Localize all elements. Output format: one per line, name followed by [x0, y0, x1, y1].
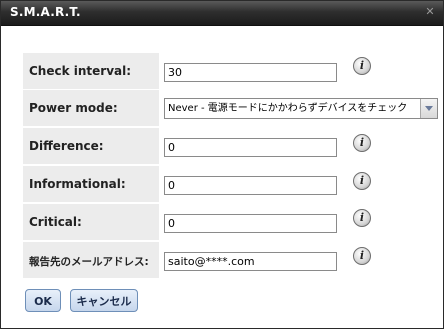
ok-button[interactable]: OK	[25, 289, 61, 312]
difference-label-cell: Difference:	[23, 128, 159, 164]
critical-row: Critical: 0	[23, 204, 343, 240]
critical-label-cell: Critical:	[23, 204, 159, 240]
info-icon[interactable]: i	[353, 134, 371, 152]
power-mode-field-cell: Never - 電源モードにかかわらずデバイスをチェック	[160, 90, 438, 126]
email-field-cell: saito@****.com	[160, 242, 343, 278]
check-interval-label-cell: Check interval:	[23, 53, 159, 89]
critical-label: Critical:	[29, 215, 82, 229]
critical-field-cell: 0	[160, 204, 343, 240]
informational-input[interactable]: 0	[164, 176, 337, 195]
chevron-down-icon[interactable]	[420, 99, 437, 118]
title-bar[interactable]: S.M.A.R.T. ✕	[1, 1, 443, 26]
email-label-cell: 報告先のメールアドレス:	[23, 242, 159, 278]
difference-field-cell: 0	[160, 128, 343, 164]
difference-row: Difference: 0	[23, 128, 343, 164]
info-icon[interactable]: i	[353, 247, 371, 265]
cancel-button[interactable]: キャンセル	[70, 289, 138, 312]
email-row: 報告先のメールアドレス: saito@****.com	[23, 242, 343, 278]
critical-input[interactable]: 0	[164, 214, 337, 233]
difference-input[interactable]: 0	[164, 138, 337, 157]
check-interval-input[interactable]: 30	[164, 63, 337, 82]
dialog-title: S.M.A.R.T.	[10, 5, 81, 19]
power-mode-label-cell: Power mode:	[23, 90, 159, 126]
power-mode-label: Power mode:	[29, 101, 118, 115]
check-interval-row: Check interval: 30	[23, 53, 343, 89]
informational-row: Informational: 0	[23, 166, 343, 202]
check-interval-field-cell: 30	[160, 53, 343, 89]
power-mode-selected-value: Never - 電源モードにかかわらずデバイスをチェック	[168, 103, 408, 114]
email-field[interactable]: saito@****.com	[164, 252, 337, 271]
info-icon[interactable]: i	[353, 57, 371, 75]
informational-label-cell: Informational:	[23, 166, 159, 202]
info-icon[interactable]: i	[353, 172, 371, 190]
power-mode-select[interactable]: Never - 電源モードにかかわらずデバイスをチェック	[164, 98, 438, 119]
power-mode-row: Power mode: Never - 電源モードにかかわらずデバイスをチェック	[23, 90, 438, 126]
close-icon[interactable]: ✕	[424, 6, 436, 18]
informational-label: Informational:	[29, 177, 126, 191]
info-icon[interactable]: i	[353, 209, 371, 227]
email-label: 報告先のメールアドレス:	[29, 256, 149, 268]
difference-label: Difference:	[29, 139, 104, 153]
informational-field-cell: 0	[160, 166, 343, 202]
smart-dialog: S.M.A.R.T. ✕ Check interval: 30 i Power …	[0, 0, 444, 329]
check-interval-label: Check interval:	[29, 64, 132, 78]
